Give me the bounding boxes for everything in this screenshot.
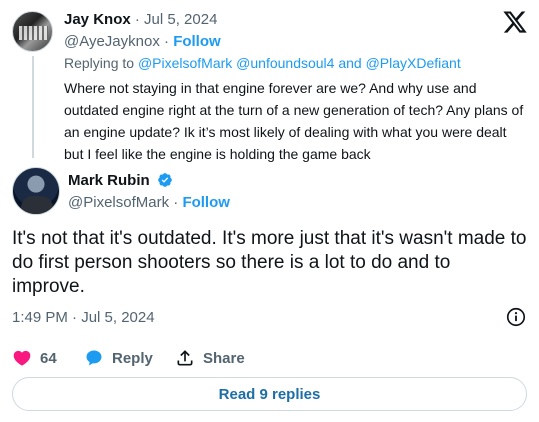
- separator-dot: ·: [173, 194, 179, 211]
- author-name[interactable]: Mark Rubin: [68, 172, 150, 189]
- parent-handle-row: @AyeJayknox · Follow: [64, 33, 221, 51]
- avatar[interactable]: [12, 11, 53, 52]
- replying-prefix: Replying to: [64, 55, 135, 71]
- read-replies-button[interactable]: Read 9 replies: [12, 377, 527, 411]
- reply-label: Reply: [112, 349, 153, 367]
- tweet-text: It's not that it's outdated. It's more j…: [12, 228, 527, 297]
- like-count: 64: [40, 349, 57, 367]
- follow-button[interactable]: Follow: [173, 33, 221, 50]
- replying-to-links[interactable]: @PixelsofMark @unfoundsoul4 and @PlayXDe…: [138, 55, 461, 71]
- share-label: Share: [203, 349, 245, 367]
- thread-line: [32, 56, 34, 158]
- reply-button[interactable]: Reply: [84, 346, 153, 370]
- parent-tweet-text: Where not staying in that engine forever…: [64, 80, 524, 162]
- author-handle[interactable]: @PixelsofMark: [68, 194, 169, 211]
- tweet-date[interactable]: · Jul 5, 2024: [135, 11, 218, 28]
- replying-to: Replying to @PixelsofMark @unfoundsoul4 …: [64, 54, 461, 72]
- verified-badge-icon: [158, 173, 172, 187]
- parent-tweet-header: Jay Knox · Jul 5, 2024: [64, 11, 217, 29]
- author-handle[interactable]: @AyeJayknox: [64, 33, 160, 50]
- avatar[interactable]: [12, 167, 60, 215]
- main-handle-row: @PixelsofMark · Follow: [68, 194, 230, 212]
- like-button[interactable]: 64: [12, 346, 57, 370]
- share-button[interactable]: Share: [175, 346, 245, 370]
- share-icon: [177, 350, 193, 366]
- reply-bubble-icon: [86, 350, 102, 366]
- heart-icon: [13, 350, 31, 366]
- follow-button[interactable]: Follow: [182, 194, 230, 211]
- author-name-row: Mark Rubin: [68, 171, 173, 191]
- separator-dot: ·: [164, 33, 170, 50]
- tweet-timestamp[interactable]: 1:49 PM · Jul 5, 2024: [12, 309, 155, 327]
- x-logo-icon[interactable]: [502, 9, 528, 35]
- author-name[interactable]: Jay Knox: [64, 11, 131, 28]
- info-icon[interactable]: [505, 306, 527, 328]
